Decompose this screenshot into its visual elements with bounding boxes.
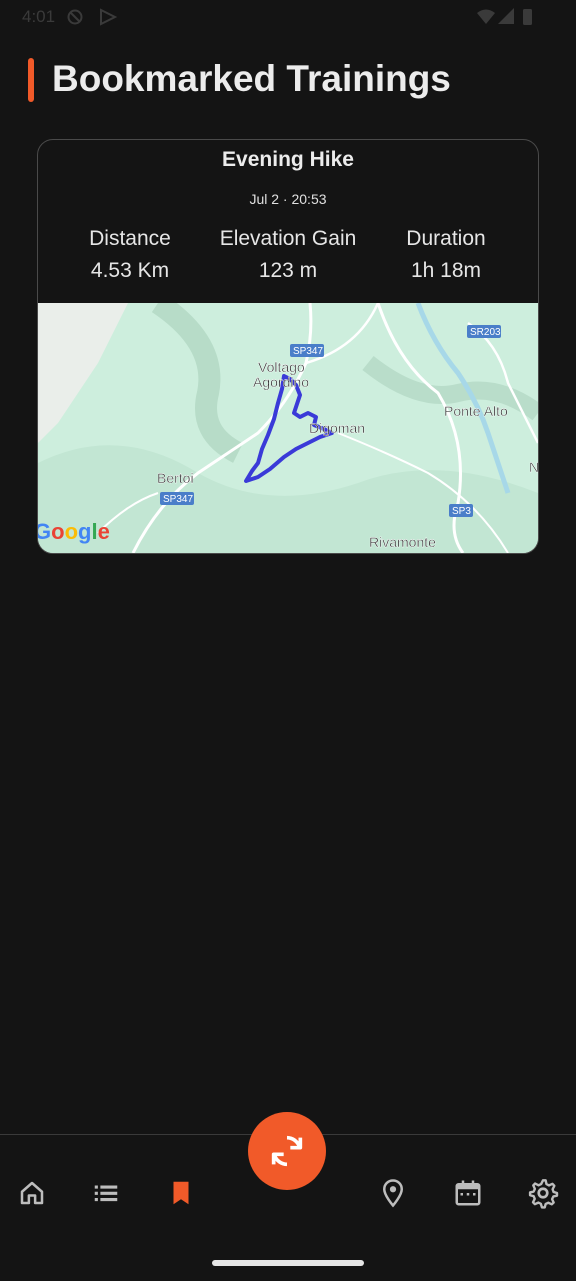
- map-place-label: Agordino: [253, 374, 309, 390]
- do-not-disturb-icon: [67, 9, 83, 25]
- stat-distance-label: Distance: [89, 227, 171, 250]
- map-place-label: Bertoi: [157, 470, 194, 486]
- map-place-label: Ponte Alto: [444, 403, 508, 419]
- nav-settings[interactable]: [523, 1173, 563, 1213]
- page-title: Bookmarked Trainings: [52, 58, 451, 99]
- training-card[interactable]: Evening Hike Jul 2 · 20:53 Distance 4.53…: [37, 139, 539, 554]
- stat-duration-label: Duration: [406, 227, 486, 250]
- home-icon: [20, 1181, 44, 1205]
- route-map[interactable]: Voltago Agordino Digoman Ponte Alto Bertoi Ri…: [38, 293, 538, 553]
- stat-elevation: Elevation Gain 123 m: [198, 227, 378, 283]
- map-road-shield-label: SP347: [293, 346, 323, 357]
- status-time: 4:01: [22, 7, 56, 26]
- bookmark-icon: [173, 1181, 189, 1205]
- stat-duration: Duration 1h 18m: [356, 227, 536, 283]
- map-attribution: Google: [38, 519, 110, 544]
- signal-icon: [498, 8, 514, 24]
- training-date: Jul 2 · 20:53: [249, 191, 327, 207]
- nav-location[interactable]: [373, 1173, 413, 1213]
- status-icons-right: [476, 8, 538, 26]
- stat-distance-value: 4.53 Km: [90, 259, 170, 282]
- map-place-label: Digoman: [309, 420, 365, 436]
- nav-calendar[interactable]: [448, 1173, 488, 1213]
- sync-icon: [271, 1135, 303, 1167]
- nav-home[interactable]: [12, 1173, 52, 1213]
- stat-distance: Distance 4.53 Km: [40, 227, 220, 283]
- play-store-icon: [100, 8, 118, 26]
- calendar-icon: [455, 1180, 481, 1206]
- map-road-shield-label: SR203: [470, 327, 501, 338]
- map-place-label: Rivamonte: [369, 534, 436, 550]
- nav-bookmarks[interactable]: [161, 1173, 201, 1213]
- location-icon: [382, 1179, 404, 1208]
- battery-icon: [523, 9, 532, 25]
- status-icons-left: [66, 8, 118, 26]
- map-road-shield-label: SP3: [452, 506, 471, 517]
- map-place-label: N: [529, 459, 538, 475]
- sync-button[interactable]: [248, 1112, 326, 1190]
- stat-elevation-value: 123 m: [258, 259, 318, 282]
- wifi-icon: [477, 9, 495, 24]
- stat-elevation-label: Elevation Gain: [219, 227, 357, 250]
- stat-duration-value: 1h 18m: [410, 259, 482, 282]
- nav-list[interactable]: [86, 1173, 126, 1213]
- map-place-label: Voltago: [258, 359, 305, 375]
- settings-icon: [528, 1179, 559, 1209]
- list-icon: [94, 1185, 118, 1202]
- status-bar: 4:01: [0, 0, 576, 34]
- header-accent-bar: [28, 58, 34, 102]
- gesture-home-indicator[interactable]: [212, 1260, 364, 1266]
- training-title: Evening Hike: [222, 148, 354, 171]
- map-road-shield-label: SP347: [163, 494, 193, 505]
